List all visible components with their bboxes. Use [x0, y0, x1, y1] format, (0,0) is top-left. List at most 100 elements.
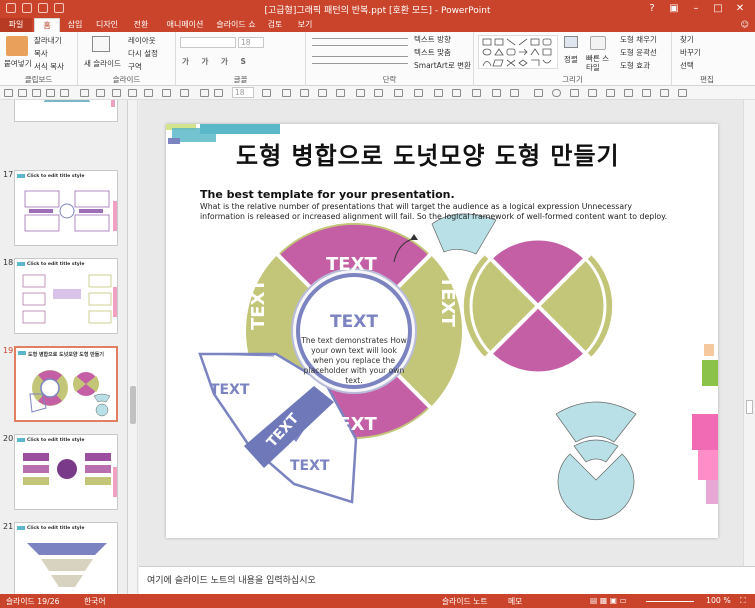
align-icon[interactable] [144, 89, 153, 97]
tab-home[interactable]: 홈 [34, 18, 60, 32]
pencil-icon[interactable] [394, 89, 403, 97]
font-format-buttons[interactable]: 가 가 가 S [182, 56, 251, 67]
zoom-level[interactable]: 100 % [706, 596, 731, 605]
vertical-text-icon[interactable] [510, 89, 519, 97]
save-icon[interactable] [4, 89, 13, 97]
callout-icon[interactable] [588, 89, 597, 97]
font-size-box[interactable]: 18 [238, 37, 264, 48]
notes-placeholder[interactable]: 여기에 슬라이드 노트의 내용을 입력하십시오 [147, 573, 316, 586]
format-painter-button[interactable]: 서식 복사 [34, 61, 64, 72]
list-buttons[interactable] [312, 38, 408, 46]
paste-icon[interactable] [128, 89, 137, 97]
shape-fill-button[interactable]: 도형 채우기 [620, 34, 657, 45]
canvas-scrollbar[interactable] [743, 100, 755, 566]
fill-icon[interactable] [214, 89, 223, 97]
slide-subtitle[interactable]: The best template for your presentation. [200, 188, 455, 201]
tab-insert[interactable]: 삽입 [62, 18, 88, 32]
rectangle-icon[interactable] [534, 89, 543, 97]
arrow-icon[interactable] [336, 89, 345, 97]
paste-icon[interactable] [6, 36, 28, 56]
slide-thumbnail-19[interactable]: 도형 병합으로 도넛모양 도형 만들기 [14, 346, 118, 422]
shadow-icon[interactable] [452, 89, 461, 97]
font-size-box[interactable]: 18 [232, 87, 254, 98]
slide-thumbnail-21[interactable]: Click to edit title style [14, 522, 118, 594]
arrow-line-icon[interactable] [374, 89, 383, 97]
layout-button[interactable]: 레이아웃 [128, 35, 156, 46]
rotate-icon[interactable] [180, 89, 189, 97]
help-icon[interactable]: ? [641, 1, 663, 17]
text-box-icon[interactable] [492, 89, 501, 97]
print-preview-icon[interactable] [60, 89, 69, 97]
color-icon[interactable] [200, 89, 209, 97]
thumbnail-scrollbar[interactable] [128, 100, 138, 594]
copy-format-icon[interactable] [112, 89, 121, 97]
highlight-icon[interactable] [282, 89, 291, 97]
arrange-icon[interactable] [564, 36, 578, 48]
copy-button[interactable]: 복사 [34, 48, 48, 59]
ribbon-options-icon[interactable]: ▣ [663, 1, 685, 17]
select-button[interactable]: 선택 [680, 60, 694, 71]
zoom-slider[interactable] [646, 601, 694, 602]
tab-view[interactable]: 보기 [292, 18, 318, 32]
start-slideshow-icon[interactable] [54, 3, 64, 13]
line-icon[interactable] [318, 89, 327, 97]
new-slide-icon[interactable] [92, 36, 110, 52]
redo-icon[interactable] [38, 3, 48, 13]
undo-icon[interactable] [22, 3, 32, 13]
star-icon[interactable] [660, 89, 669, 97]
font-name-box[interactable] [180, 37, 236, 48]
view-buttons[interactable]: ▤ ▦ ▣ ▭ [590, 596, 627, 605]
scrollbar-thumb[interactable] [130, 386, 136, 424]
line-weight-icon[interactable] [414, 89, 423, 97]
quick-styles-icon[interactable] [590, 36, 606, 50]
align-text-button[interactable]: 텍스트 맞춤 [414, 47, 451, 58]
oval-icon[interactable] [552, 89, 561, 97]
reset-button[interactable]: 다시 설정 [128, 48, 158, 59]
slide-thumbnail-17[interactable]: Click to edit title style [14, 170, 118, 246]
tab-slideshow[interactable]: 슬라이드 쇼 [214, 18, 258, 32]
slide-thumbnail-18[interactable]: Click to edit title style [14, 258, 118, 334]
undo-icon[interactable] [18, 89, 27, 97]
shape-fill-icon[interactable] [300, 89, 309, 97]
spell-icon[interactable] [80, 89, 89, 97]
shapes-gallery[interactable] [478, 35, 558, 69]
save-icon[interactable] [6, 3, 16, 13]
slide-19[interactable]: 도형 병합으로 도넛모양 도형 만들기 The best template fo… [166, 124, 718, 538]
flowchart-icon[interactable] [624, 89, 633, 97]
font-color-icon[interactable] [262, 89, 271, 97]
group-icon[interactable] [162, 89, 171, 97]
3d-icon[interactable] [472, 89, 481, 97]
paste-button[interactable]: 붙여넣기 [4, 58, 32, 69]
slide-thumbnail-16[interactable] [14, 100, 118, 122]
cylinder-icon[interactable] [606, 89, 615, 97]
replace-button[interactable]: 바꾸기 [680, 47, 701, 58]
quick-styles-button[interactable]: 빠른 스타일 [586, 54, 614, 72]
minimize-button[interactable]: – [685, 1, 707, 17]
tab-animations[interactable]: 애니메이션 [160, 18, 210, 32]
find-button[interactable]: 찾기 [680, 34, 694, 45]
more-shapes-icon[interactable] [678, 89, 687, 97]
draw-line-icon[interactable] [356, 89, 365, 97]
user-icon[interactable]: ☺ [741, 18, 749, 32]
shape-outline-button[interactable]: 도형 윤곽선 [620, 47, 657, 58]
alignment-buttons[interactable] [312, 56, 408, 64]
fit-slide-icon[interactable]: ⛶ [740, 596, 745, 606]
tab-review[interactable]: 검토 [262, 18, 288, 32]
arrange-button[interactable]: 정렬 [564, 54, 578, 65]
shape-effects-button[interactable]: 도형 효과 [620, 60, 650, 71]
dash-icon[interactable] [434, 89, 443, 97]
new-slide-button[interactable]: 새 슬라이드 [84, 58, 121, 69]
maximize-button[interactable]: □ [707, 1, 729, 17]
notes-pane[interactable]: 여기에 슬라이드 노트의 내용을 입력하십시오 [139, 566, 755, 594]
slide-thumbnail-20[interactable]: Click to edit title style [14, 434, 118, 510]
slide-title[interactable]: 도형 병합으로 도넛모양 도형 만들기 [236, 136, 620, 171]
scrollbar-thumb[interactable] [746, 400, 753, 414]
section-button[interactable]: 구역 [128, 61, 142, 72]
language-indicator[interactable]: 한국어 [84, 596, 106, 607]
rounded-rect-icon[interactable] [570, 89, 579, 97]
slide-body-text[interactable]: What is the relative number of presentat… [200, 202, 670, 222]
cut-button[interactable]: 잘라내기 [34, 35, 62, 46]
tab-transitions[interactable]: 전환 [128, 18, 154, 32]
block-arrow-icon[interactable] [642, 89, 651, 97]
format-icon[interactable] [96, 89, 105, 97]
